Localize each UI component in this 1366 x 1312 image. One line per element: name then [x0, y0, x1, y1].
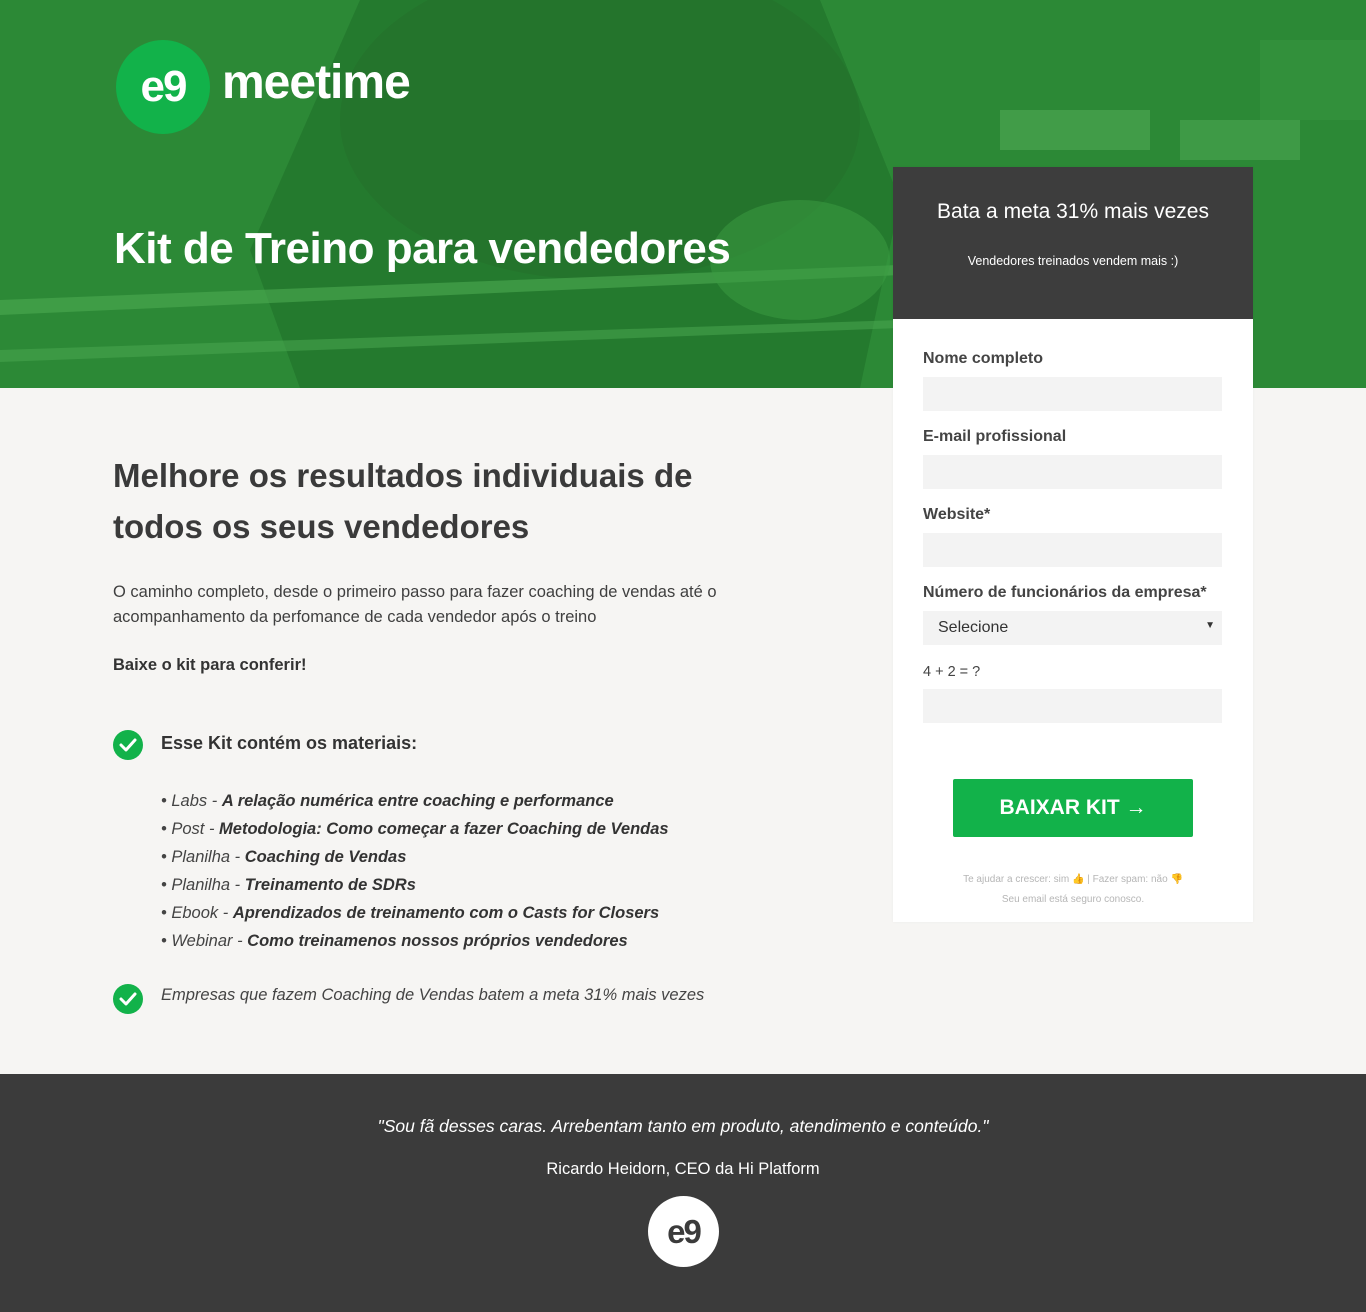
list-item: • Planilha - Coaching de Vendas [161, 848, 407, 866]
testimonial-footer: "Sou fã desses caras. Arrebentam tanto e… [0, 1074, 1366, 1312]
list-item: • Post - Metodologia: Como começar a faz… [161, 820, 669, 838]
email-input[interactable] [923, 455, 1222, 489]
employees-select[interactable]: Selecione ▼ [923, 611, 1222, 645]
download-form-card: Bata a meta 31% mais vezes Vendedores tr… [893, 167, 1253, 922]
form-title: Bata a meta 31% mais vezes [937, 200, 1209, 223]
logo-wordmark: meetime [222, 55, 411, 109]
form-header: Bata a meta 31% mais vezes Vendedores tr… [893, 167, 1253, 319]
form-footer-note: Te ajudar a crescer: sim 👍 | Fazer spam:… [893, 870, 1253, 910]
captcha-label: 4 + 2 = ? [923, 664, 981, 680]
employees-label: Número de funcionários da empresa* [923, 584, 1207, 601]
download-kit-button[interactable]: BAIXAR KIT → [953, 779, 1193, 837]
captcha-field-group: 4 + 2 = ? [923, 664, 1222, 723]
thumbs-up-icon: 👍 [1072, 874, 1085, 885]
logo-mark: e9 [116, 40, 210, 134]
check-circle-icon [113, 730, 143, 760]
main-heading: Melhore os resultados individuais de tod… [113, 457, 693, 545]
name-input[interactable] [923, 377, 1222, 411]
security-line: Seu email está seguro conosco. [1001, 894, 1145, 905]
hero-title: Kit de Treino para vendedores [114, 224, 731, 273]
email-label: E-mail profissional [923, 428, 1067, 445]
form-subtitle: Vendedores treinados vendem mais :) [967, 254, 1179, 268]
employees-field-group: Número de funcionários da empresa* Selec… [923, 584, 1222, 645]
kit-contents-heading: Esse Kit contém os materiais: [161, 733, 418, 753]
coaching-fact: Empresas que fazem Coaching de Vendas ba… [161, 986, 705, 1004]
intro-paragraph: O caminho completo, desde o primeiro pas… [113, 583, 717, 626]
website-label: Website* [923, 506, 991, 523]
footer-logo-icon: e9 [648, 1196, 719, 1267]
employees-selected-value: Selecione [938, 619, 1009, 636]
testimonial-quote: "Sou fã desses caras. Arrebentam tanto e… [377, 1116, 989, 1136]
download-prompt: Baixe o kit para conferir! [113, 656, 307, 674]
meetime-logo[interactable]: e9 meetime [116, 40, 411, 134]
list-item: • Webinar - Como treinamenos nossos próp… [161, 932, 628, 950]
website-field-group: Website* [923, 506, 1222, 567]
list-item: • Labs - A relação numérica entre coachi… [161, 792, 614, 810]
name-field-group: Nome completo [923, 350, 1222, 411]
thumbs-down-icon: 👎 [1170, 874, 1183, 885]
check-circle-icon [113, 984, 143, 1014]
privacy-line: Te ajudar a crescer: sim 👍 | Fazer spam:… [963, 874, 1183, 885]
captcha-input[interactable] [923, 689, 1222, 723]
materials-list: • Labs - A relação numérica entre coachi… [161, 787, 669, 955]
testimonial-author: Ricardo Heidorn, CEO da Hi Platform [546, 1160, 820, 1178]
chevron-down-icon: ▼ [1205, 620, 1215, 631]
list-item: • Planilha - Treinamento de SDRs [161, 876, 416, 894]
website-input[interactable] [923, 533, 1222, 567]
name-label: Nome completo [923, 350, 1044, 367]
email-field-group: E-mail profissional [923, 428, 1222, 489]
list-item: • Ebook - Aprendizados de treinamento co… [161, 904, 660, 922]
